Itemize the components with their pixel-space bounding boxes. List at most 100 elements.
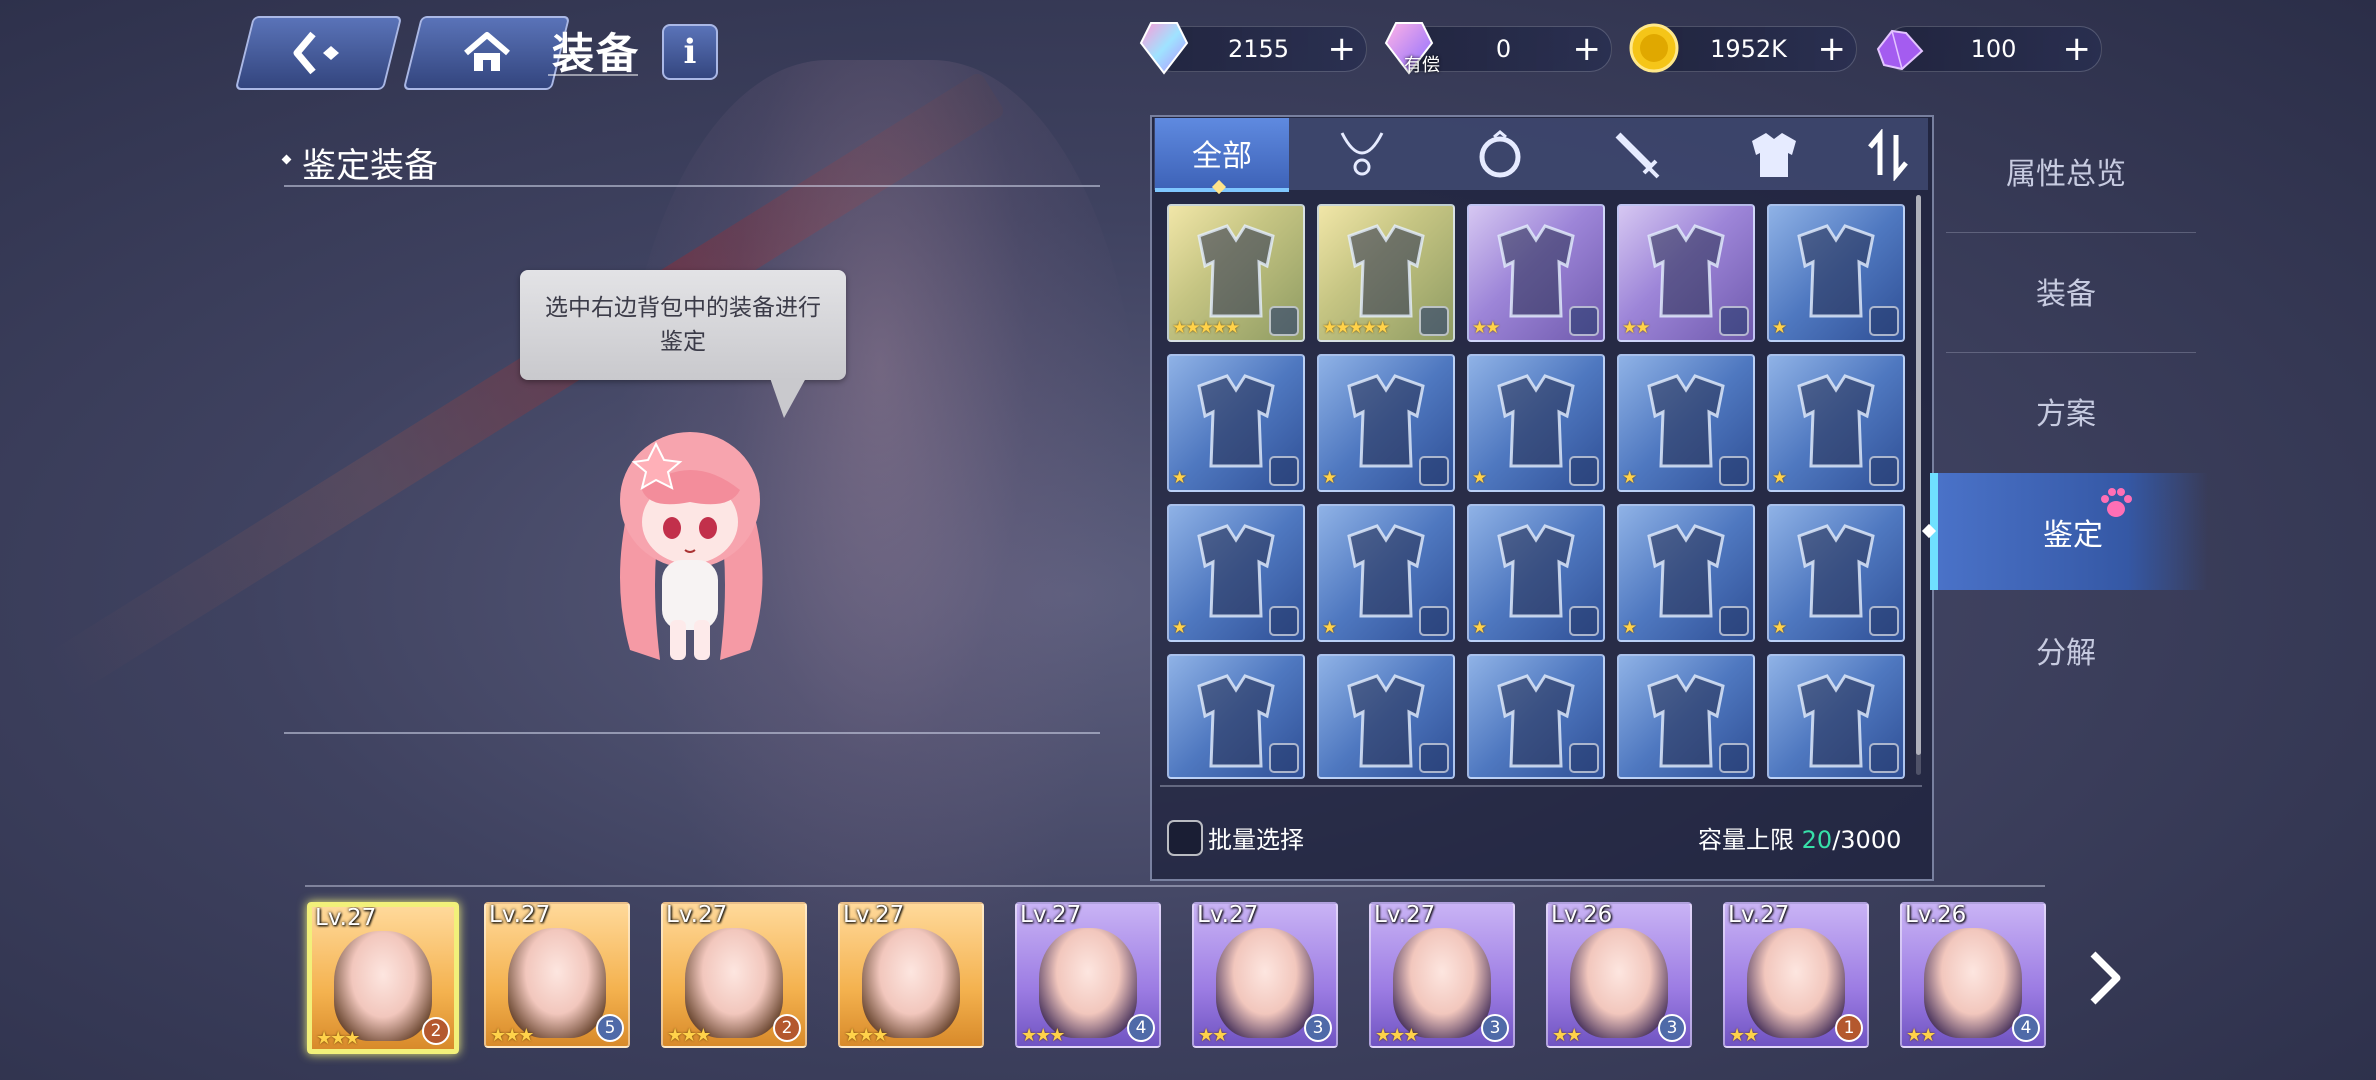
inventory-scroll-thumb[interactable] bbox=[1916, 195, 1921, 755]
inventory-item[interactable]: ★ bbox=[1317, 354, 1455, 492]
inventory-item[interactable]: ★ bbox=[1767, 204, 1905, 342]
inventory-item[interactable]: ★★ bbox=[1617, 204, 1755, 342]
rank-badge: 4 bbox=[1127, 1014, 1155, 1042]
character-card[interactable]: Lv.26 ★★ 4 bbox=[1900, 902, 2046, 1048]
lock-icon[interactable] bbox=[1569, 606, 1599, 636]
item-stars: ★★ bbox=[1622, 318, 1651, 338]
character-card[interactable]: Lv.27 ★★★ 2 bbox=[307, 902, 459, 1054]
rank-badge: 5 bbox=[596, 1014, 624, 1042]
character-level: Lv.27 bbox=[843, 902, 905, 928]
title-bullet bbox=[281, 154, 292, 165]
panel-divider-top bbox=[284, 185, 1100, 187]
home-button[interactable] bbox=[402, 16, 571, 90]
side-menu-label: 鉴定 bbox=[2043, 517, 2103, 553]
back-button[interactable] bbox=[234, 16, 403, 90]
lock-icon[interactable] bbox=[1269, 606, 1299, 636]
inventory-item[interactable]: ★★★★★ bbox=[1317, 204, 1455, 342]
lock-icon[interactable] bbox=[1269, 743, 1299, 773]
side-menu-overview[interactable]: 属性总览 bbox=[1936, 131, 2196, 211]
inventory-item[interactable]: ★★ bbox=[1467, 204, 1605, 342]
character-card[interactable]: Lv.27 ★★ 3 bbox=[1192, 902, 1338, 1048]
inventory-item[interactable]: ★ bbox=[1467, 354, 1605, 492]
tab-armor[interactable] bbox=[1744, 125, 1804, 185]
character-level: Lv.27 bbox=[315, 905, 377, 931]
character-portrait bbox=[1747, 928, 1845, 1038]
side-menu-equipment[interactable]: 装备 bbox=[1936, 251, 2196, 331]
character-stars: ★★★ bbox=[667, 1025, 711, 1046]
lock-icon[interactable] bbox=[1569, 743, 1599, 773]
character-stars: ★★ bbox=[1198, 1025, 1228, 1046]
add-gold-button[interactable]: + bbox=[1818, 29, 1847, 69]
batch-select-label[interactable]: 批量选择 bbox=[1208, 820, 1304, 855]
capacity-current: 20 bbox=[1801, 826, 1833, 854]
tab-all[interactable]: 全部 bbox=[1155, 118, 1289, 192]
character-stars: ★★ bbox=[1552, 1025, 1582, 1046]
character-stars: ★★ bbox=[1729, 1025, 1759, 1046]
inventory-item[interactable]: ★ bbox=[1167, 354, 1305, 492]
lock-icon[interactable] bbox=[1869, 306, 1899, 336]
batch-select-checkbox[interactable] bbox=[1167, 820, 1203, 856]
side-menu-label: 属性总览 bbox=[2006, 157, 2126, 192]
inventory-item[interactable]: ★★★★★ bbox=[1167, 204, 1305, 342]
item-stars: ★ bbox=[1172, 468, 1187, 488]
lock-icon[interactable] bbox=[1419, 456, 1449, 486]
lock-icon[interactable] bbox=[1569, 306, 1599, 336]
inventory-item[interactable]: ★ bbox=[1317, 504, 1455, 642]
character-card[interactable]: Lv.27 ★★★ bbox=[838, 902, 984, 1048]
inventory-item[interactable] bbox=[1617, 654, 1755, 779]
side-menu-dismantle[interactable]: 分解 bbox=[1936, 610, 2196, 690]
lock-icon[interactable] bbox=[1719, 743, 1749, 773]
lock-icon[interactable] bbox=[1569, 456, 1599, 486]
lock-icon[interactable] bbox=[1869, 456, 1899, 486]
inventory-item[interactable] bbox=[1767, 654, 1905, 779]
character-card[interactable]: Lv.27 ★★★ 2 bbox=[661, 902, 807, 1048]
lock-icon[interactable] bbox=[1719, 306, 1749, 336]
side-menu-label: 装备 bbox=[2036, 277, 2096, 312]
inventory-item[interactable]: ★ bbox=[1467, 504, 1605, 642]
add-crystal-button[interactable]: + bbox=[1328, 29, 1357, 69]
inventory-item[interactable] bbox=[1317, 654, 1455, 779]
item-stars: ★ bbox=[1322, 468, 1337, 488]
capacity-readout: 容量上限 20/3000 bbox=[1698, 820, 1901, 855]
lock-icon[interactable] bbox=[1719, 606, 1749, 636]
lock-icon[interactable] bbox=[1269, 306, 1299, 336]
lock-icon[interactable] bbox=[1419, 743, 1449, 773]
tab-weapon[interactable] bbox=[1606, 125, 1666, 185]
lock-icon[interactable] bbox=[1419, 606, 1449, 636]
inventory-item[interactable]: ★ bbox=[1617, 354, 1755, 492]
tab-necklace[interactable] bbox=[1332, 125, 1392, 185]
character-level: Lv.26 bbox=[1551, 902, 1613, 928]
character-card[interactable]: Lv.27 ★★★ 5 bbox=[484, 902, 630, 1048]
lock-icon[interactable] bbox=[1719, 456, 1749, 486]
armor-icon bbox=[1752, 133, 1796, 177]
inventory-item[interactable]: ★ bbox=[1167, 504, 1305, 642]
character-card[interactable]: Lv.27 ★★ 1 bbox=[1723, 902, 1869, 1048]
panel-title: 鉴定装备 bbox=[302, 146, 438, 186]
character-portrait bbox=[1039, 928, 1137, 1038]
capacity-label: 容量上限 bbox=[1698, 826, 1802, 854]
character-portrait bbox=[1924, 928, 2022, 1038]
lock-icon[interactable] bbox=[1269, 456, 1299, 486]
lock-icon[interactable] bbox=[1419, 306, 1449, 336]
inventory-item[interactable] bbox=[1467, 654, 1605, 779]
inventory-item[interactable]: ★ bbox=[1617, 504, 1755, 642]
add-paid-crystal-button[interactable]: + bbox=[1573, 29, 1602, 69]
character-card[interactable]: Lv.27 ★★★ 4 bbox=[1015, 902, 1161, 1048]
tab-ring[interactable] bbox=[1470, 125, 1530, 185]
paid-label: 有偿 bbox=[1404, 55, 1440, 76]
info-button[interactable]: i bbox=[662, 24, 718, 80]
lock-icon[interactable] bbox=[1869, 606, 1899, 636]
sort-button[interactable] bbox=[1858, 125, 1918, 185]
character-portrait bbox=[685, 928, 783, 1038]
inventory-item[interactable]: ★ bbox=[1767, 504, 1905, 642]
character-card[interactable]: Lv.27 ★★★ 3 bbox=[1369, 902, 1515, 1048]
inventory-item[interactable]: ★ bbox=[1767, 354, 1905, 492]
inventory-item[interactable] bbox=[1167, 654, 1305, 779]
currency-crystal: 2155 + bbox=[1139, 22, 1367, 75]
lock-icon[interactable] bbox=[1869, 743, 1899, 773]
roster-next-button[interactable] bbox=[2085, 948, 2125, 1008]
character-card[interactable]: Lv.26 ★★ 3 bbox=[1546, 902, 1692, 1048]
add-purple-crystal-button[interactable]: + bbox=[2063, 29, 2092, 69]
side-menu-appraise[interactable]: 鉴定 bbox=[1930, 473, 2208, 590]
side-menu-preset[interactable]: 方案 bbox=[1936, 371, 2196, 451]
